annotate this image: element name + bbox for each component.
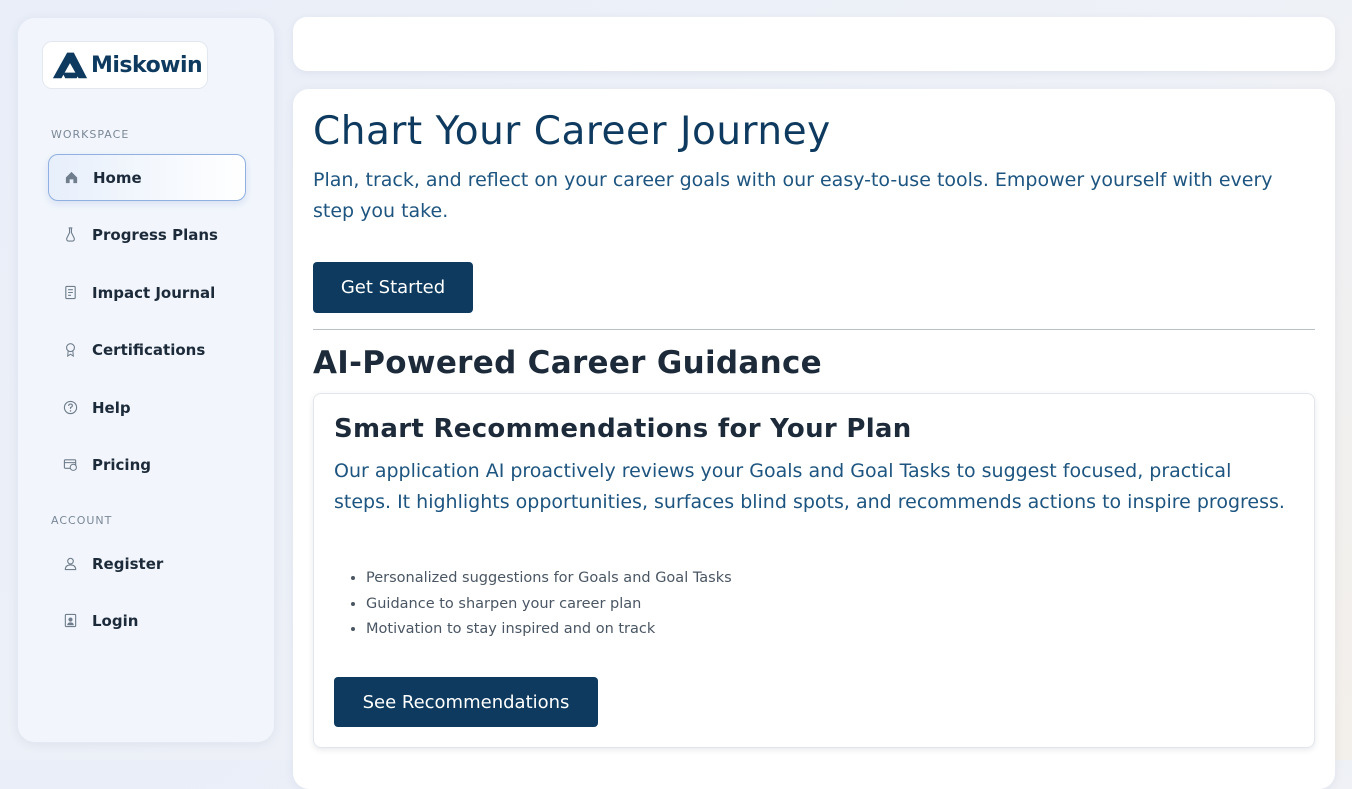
recommendations-card: Smart Recommendations for Your Plan Our … xyxy=(313,393,1315,748)
top-bar xyxy=(293,17,1335,71)
help-icon xyxy=(62,400,78,416)
sidebar-item-label: Help xyxy=(92,398,131,417)
home-icon xyxy=(63,170,79,186)
sidebar-item-certifications[interactable]: Certifications xyxy=(48,326,246,373)
sidebar-item-progress-plans[interactable]: Progress Plans xyxy=(48,211,246,258)
list-item: Guidance to sharpen your career plan xyxy=(366,592,1266,618)
card-description: Our application AI proactively reviews y… xyxy=(334,460,1285,513)
sidebar-item-label: Certifications xyxy=(92,340,206,359)
list-item: Personalized suggestions for Goals and G… xyxy=(366,566,1266,592)
sidebar: Miskowin WORKSPACE Home Progress Plans I… xyxy=(17,17,275,743)
brand-name: Miskowin xyxy=(91,52,203,78)
account-section-label: ACCOUNT xyxy=(51,514,113,527)
section-divider xyxy=(313,329,1315,330)
journal-icon xyxy=(62,285,78,301)
sidebar-item-home[interactable]: Home xyxy=(48,154,246,201)
workspace-section-label: WORKSPACE xyxy=(51,128,130,141)
hero-subtitle: Plan, track, and reflect on your career … xyxy=(313,169,1273,222)
see-recommendations-button[interactable]: See Recommendations xyxy=(334,677,598,727)
main-content: Chart Your Career Journey Plan, track, a… xyxy=(293,89,1335,789)
sidebar-item-label: Register xyxy=(92,554,164,573)
guidance-section-title: AI-Powered Career Guidance xyxy=(313,345,822,381)
card-title: Smart Recommendations for Your Plan xyxy=(334,414,912,444)
get-started-button[interactable]: Get Started xyxy=(313,262,473,313)
sidebar-item-label: Pricing xyxy=(92,455,151,474)
benefits-list: Personalized suggestions for Goals and G… xyxy=(366,566,1266,643)
list-item: Motivation to stay inspired and on track xyxy=(366,617,1266,643)
sidebar-item-register[interactable]: Register xyxy=(48,540,246,587)
sidebar-item-label: Login xyxy=(92,611,139,630)
sidebar-item-impact-journal[interactable]: Impact Journal xyxy=(48,269,246,316)
sidebar-item-label: Progress Plans xyxy=(92,225,218,244)
brand-logo[interactable]: Miskowin xyxy=(42,41,208,89)
user-icon xyxy=(62,556,78,572)
sidebar-item-login[interactable]: Login xyxy=(48,597,246,644)
page-title: Chart Your Career Journey xyxy=(313,109,831,154)
login-icon xyxy=(62,613,78,629)
sidebar-item-pricing[interactable]: Pricing xyxy=(48,441,246,488)
flask-icon xyxy=(62,227,78,243)
sidebar-item-help[interactable]: Help xyxy=(48,384,246,431)
pricing-icon xyxy=(62,457,78,473)
award-icon xyxy=(62,342,78,358)
sidebar-item-label: Home xyxy=(93,168,142,187)
sidebar-item-label: Impact Journal xyxy=(92,283,216,302)
miskowin-logo-icon xyxy=(52,52,88,79)
